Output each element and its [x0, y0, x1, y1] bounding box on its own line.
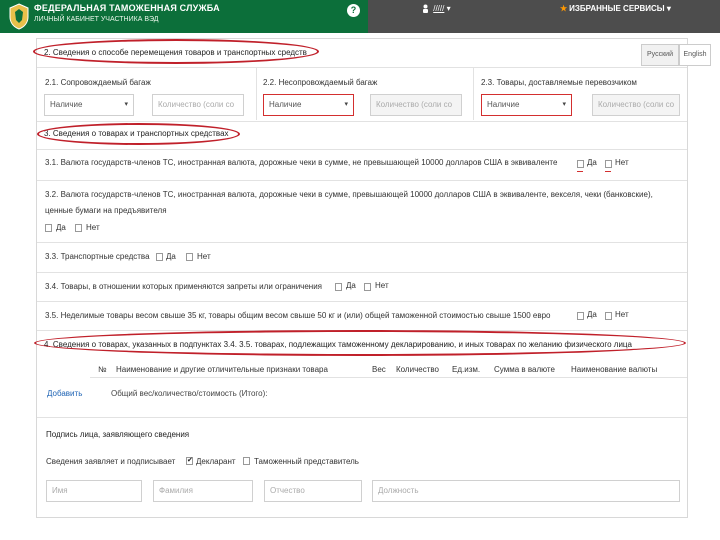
- last-name-input[interactable]: Фамилия: [153, 480, 253, 502]
- brand-area[interactable]: ФЕДЕРАЛЬНАЯ ТАМОЖЕННАЯ СЛУЖБА ЛИЧНЫЙ КАБ…: [0, 0, 368, 33]
- q31-no-label: Нет: [615, 158, 629, 167]
- user-icon: [423, 4, 428, 14]
- declarant-checkbox[interactable]: [186, 456, 193, 465]
- question-3-1: 3.1. Валюта государств-членов ТС, иностр…: [45, 158, 558, 167]
- divider: [256, 68, 257, 120]
- col-2-2-title: 2.2. Несопровождаемый багаж: [263, 78, 378, 87]
- lang-en-button[interactable]: English: [679, 44, 711, 66]
- divider: [37, 301, 687, 302]
- favorites-caret: ▾: [666, 4, 671, 13]
- star-icon: ★: [560, 4, 568, 13]
- q35-no-checkbox[interactable]: [605, 312, 612, 320]
- q32-no-label: Нет: [86, 223, 100, 232]
- add-item-link[interactable]: Добавить: [47, 389, 82, 398]
- select-value: Наличие: [50, 100, 83, 109]
- col-2-1-title: 2.1. Сопровождаемый багаж: [45, 78, 151, 87]
- question-3-3: 3.3. Транспортные средства: [45, 252, 150, 261]
- chevron-down-icon: ▾: [124, 101, 128, 108]
- select-value: Наличие: [269, 100, 302, 109]
- divider: [37, 180, 687, 181]
- question-3-4: 3.4. Товары, в отношении которых применя…: [45, 282, 322, 291]
- col-header-unit: Ед.изм.: [452, 365, 481, 374]
- divider: [37, 417, 687, 418]
- highlight-oval: [34, 330, 686, 356]
- col-header-amount: Сумма в валюте: [494, 365, 555, 374]
- user-name: /////: [433, 4, 445, 13]
- col-2-3-qty-input[interactable]: Количество (соли со: [592, 94, 680, 116]
- divider: [37, 242, 687, 243]
- select-value: Наличие: [487, 100, 520, 109]
- declared-by-label: Сведения заявляет и подписывает: [46, 457, 176, 466]
- validation-mark: [577, 171, 583, 172]
- divider: [37, 272, 687, 273]
- user-caret: ▾: [446, 4, 451, 13]
- col-2-2-select[interactable]: Наличие ▾: [263, 94, 354, 116]
- q34-no-checkbox[interactable]: [364, 283, 371, 291]
- customs-rep-label: Таможенный представитель: [254, 457, 359, 466]
- brand-title: ФЕДЕРАЛЬНАЯ ТАМОЖЕННАЯ СЛУЖБА: [34, 3, 220, 13]
- q33-no-label: Нет: [197, 252, 211, 261]
- question-3-2-line2: ценные бумаги на предъявителя: [45, 206, 167, 215]
- col-header-name: Наименование и другие отличительные приз…: [116, 365, 328, 374]
- top-bar: ФЕДЕРАЛЬНАЯ ТАМОЖЕННАЯ СЛУЖБА ЛИЧНЫЙ КАБ…: [0, 0, 720, 33]
- help-icon[interactable]: ?: [347, 4, 360, 17]
- q34-yes-label: Да: [346, 281, 356, 290]
- col-header-currency: Наименование валюты: [571, 365, 658, 374]
- col-2-1-qty-input[interactable]: Количество (соли со: [152, 94, 244, 116]
- col-2-1-select[interactable]: Наличие ▾: [44, 94, 134, 116]
- col-header-weight: Вес: [372, 365, 386, 374]
- chevron-down-icon: ▾: [562, 101, 566, 108]
- first-name-input[interactable]: Имя: [46, 480, 142, 502]
- highlight-oval: [37, 123, 240, 145]
- emblem-icon: [9, 3, 29, 30]
- patronymic-input[interactable]: Отчество: [264, 480, 362, 502]
- q35-yes-label: Да: [587, 310, 597, 319]
- signature-title: Подпись лица, заявляющего сведения: [46, 430, 190, 439]
- q33-yes-label: Да: [166, 252, 176, 261]
- divider: [473, 68, 474, 120]
- validation-mark: [605, 171, 611, 172]
- favorites-label: ИЗБРАННЫЕ СЕРВИСЫ: [569, 4, 665, 13]
- col-header-number: №: [98, 365, 107, 374]
- q35-no-label: Нет: [615, 310, 629, 319]
- divider: [90, 377, 687, 378]
- col-2-2-qty-input[interactable]: Количество (соли со: [370, 94, 462, 116]
- brand-subtitle: ЛИЧНЫЙ КАБИНЕТ УЧАСТНИКА ВЭД: [34, 16, 159, 23]
- question-3-5: 3.5. Неделимые товары весом свыше 35 кг,…: [45, 311, 551, 320]
- question-3-2-line1: 3.2. Валюта государств-членов ТС, иностр…: [45, 190, 653, 199]
- declarant-label: Декларант: [196, 457, 236, 466]
- chevron-down-icon: ▾: [344, 101, 348, 108]
- col-2-3-select[interactable]: Наличие ▾: [481, 94, 572, 116]
- col-header-quantity: Количество: [396, 365, 439, 374]
- divider: [37, 149, 687, 150]
- q35-yes-checkbox[interactable]: [577, 312, 584, 320]
- lang-ru-button[interactable]: Русский: [641, 44, 679, 66]
- customs-rep-checkbox[interactable]: [243, 457, 250, 465]
- q32-no-checkbox[interactable]: [75, 224, 82, 232]
- q33-no-checkbox[interactable]: [186, 253, 193, 261]
- position-input[interactable]: Должность: [372, 480, 680, 502]
- q32-yes-label: Да: [56, 223, 66, 232]
- favorites-menu[interactable]: ★ ИЗБРАННЫЕ СЕРВИСЫ ▾: [560, 4, 671, 13]
- q34-no-label: Нет: [375, 281, 389, 290]
- col-2-3-title: 2.3. Товары, доставляемые перевозчиком: [481, 78, 637, 87]
- q31-yes-checkbox[interactable]: [577, 160, 584, 168]
- user-menu[interactable]: ///// ▾: [422, 4, 451, 14]
- q31-no-checkbox[interactable]: [605, 160, 612, 168]
- totals-summary: Общий вес/количество/стоимость (Итого):: [111, 389, 268, 398]
- q34-yes-checkbox[interactable]: [335, 283, 342, 291]
- highlight-oval: [33, 39, 319, 64]
- divider: [37, 121, 687, 122]
- q33-yes-checkbox[interactable]: [156, 253, 163, 261]
- divider: [37, 67, 687, 68]
- q32-yes-checkbox[interactable]: [45, 224, 52, 232]
- q31-yes-label: Да: [587, 158, 597, 167]
